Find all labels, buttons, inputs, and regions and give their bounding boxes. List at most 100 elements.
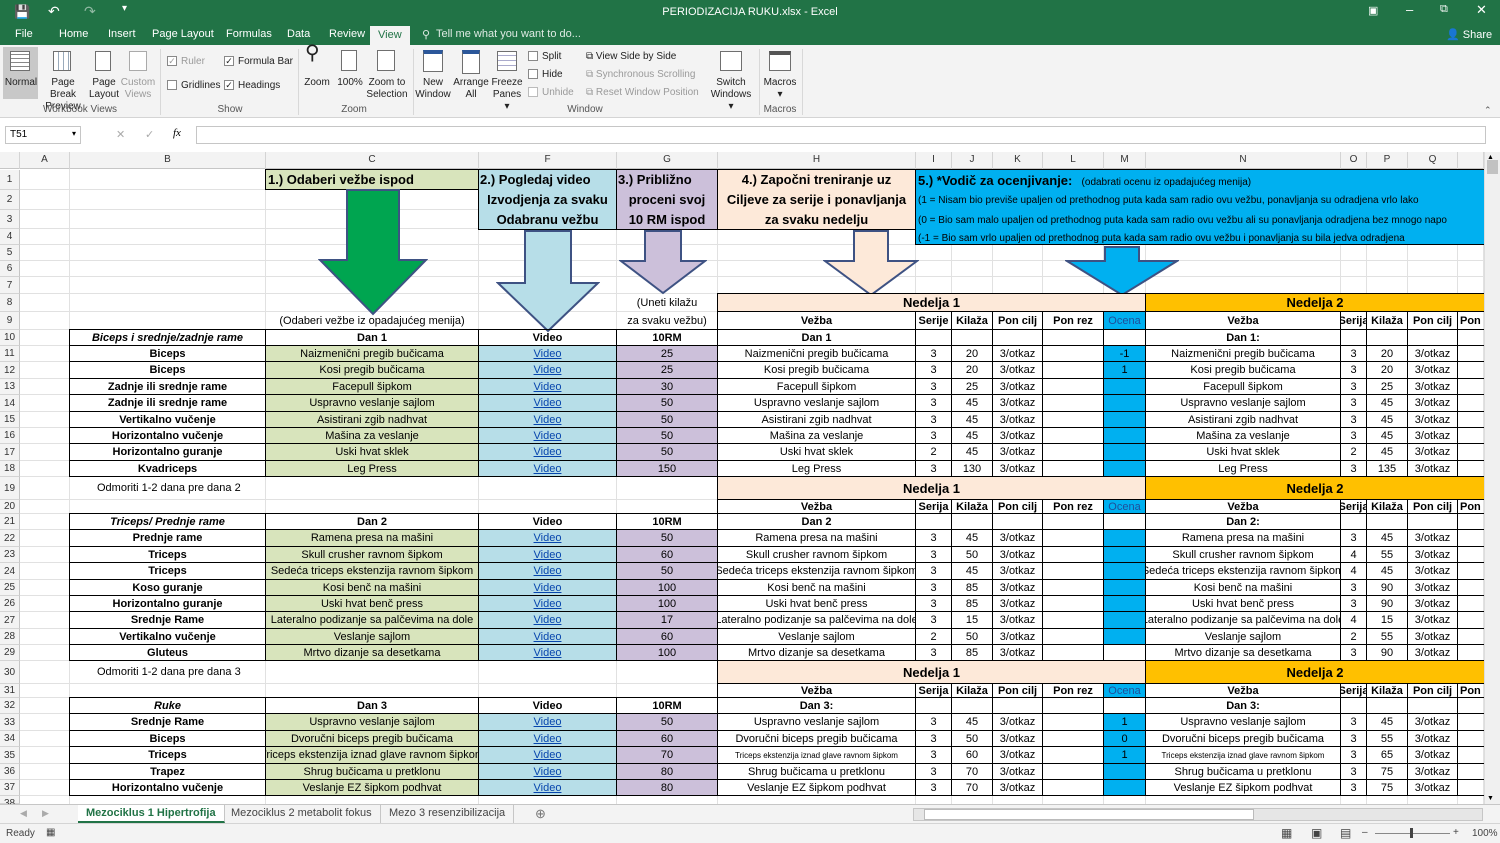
week-1-cell[interactable] <box>1042 644 1104 661</box>
exercise-select-cell[interactable]: Shrug bučicama u pretklonu <box>265 763 479 780</box>
column-header-l[interactable]: L <box>1043 152 1104 169</box>
row-header-23[interactable]: 23 <box>0 547 20 563</box>
page-layout-view-icon[interactable]: ▣ <box>1311 826 1322 840</box>
unhide-button[interactable]: Unhide <box>528 87 574 99</box>
row-header-30[interactable]: 30 <box>0 661 20 684</box>
video-link[interactable]: Video <box>534 598 562 610</box>
exercise-select-cell[interactable]: Triceps ekstenzija iznad glave ravnom ši… <box>265 746 479 764</box>
gridlines-checkbox[interactable]: Gridlines <box>167 80 220 92</box>
exercise-select-cell[interactable]: Mašina za veslanje <box>265 427 479 444</box>
row-header-16[interactable]: 16 <box>0 428 20 444</box>
name-box[interactable]: T51 ▾ <box>5 126 81 144</box>
sheet-prev-icon[interactable]: ◀ <box>20 808 27 819</box>
10rm-input-cell[interactable]: 60 <box>616 730 718 747</box>
week-2-cell[interactable] <box>1457 345 1484 362</box>
rating-select-cell[interactable] <box>1103 529 1146 547</box>
week-1-cell[interactable] <box>1042 427 1104 444</box>
10rm-input-cell[interactable]: 50 <box>616 411 718 428</box>
ruler-checkbox[interactable]: ✓ Ruler <box>167 56 205 68</box>
week-2-cell[interactable] <box>1457 427 1484 444</box>
week-1-cell[interactable] <box>1042 411 1104 428</box>
custom-views-button[interactable]: Custom Views <box>120 77 156 101</box>
rating-select-cell[interactable]: 1 <box>1103 746 1146 764</box>
exercise-select-cell[interactable]: Uski hvat benč press <box>265 595 479 612</box>
week-2-cell[interactable] <box>1457 546 1484 563</box>
video-link[interactable]: Video <box>534 565 562 577</box>
row-header-25[interactable]: 25 <box>0 580 20 596</box>
10rm-input-cell[interactable]: 50 <box>616 427 718 444</box>
video-link[interactable]: Video <box>534 381 562 393</box>
week-2-cell[interactable] <box>1457 730 1484 747</box>
page-break-view-icon[interactable]: ▤ <box>1340 826 1351 840</box>
10rm-input-cell[interactable]: 17 <box>616 611 718 629</box>
row-header-11[interactable]: 11 <box>0 346 20 362</box>
video-link[interactable]: Video <box>534 631 562 643</box>
video-link[interactable]: Video <box>534 430 562 442</box>
exercise-select-cell[interactable]: Uski hvat sklek <box>265 443 479 461</box>
share-button[interactable]: 👤 Share <box>1446 27 1492 42</box>
week-2-cell[interactable] <box>1457 529 1484 547</box>
row-header-6[interactable]: 6 <box>0 261 20 277</box>
row-header-24[interactable]: 24 <box>0 563 20 580</box>
rating-select-cell[interactable] <box>1103 460 1146 477</box>
rating-select-cell[interactable] <box>1103 779 1146 796</box>
10rm-input-cell[interactable]: 150 <box>616 460 718 477</box>
row-header-22[interactable]: 22 <box>0 530 20 547</box>
scroll-thumb[interactable] <box>1487 160 1498 174</box>
video-link[interactable]: Video <box>534 733 562 745</box>
rating-select-cell[interactable]: 0 <box>1103 730 1146 747</box>
rating-select-cell[interactable] <box>1103 628 1146 645</box>
exercise-select-cell[interactable]: Dvoručni biceps pregib bučicama <box>265 730 479 747</box>
collapse-ribbon-icon[interactable]: ⌃ <box>1484 105 1492 116</box>
tab-data[interactable]: Data <box>287 27 310 41</box>
row-header-37[interactable]: 37 <box>0 780 20 796</box>
week-2-cell[interactable] <box>1457 443 1484 461</box>
week-2-cell[interactable] <box>1457 713 1484 731</box>
hide-button[interactable]: Hide <box>528 69 563 81</box>
column-header-p[interactable]: P <box>1367 152 1408 169</box>
week-2-cell[interactable] <box>1457 378 1484 395</box>
10rm-input-cell[interactable]: 60 <box>616 628 718 645</box>
video-link[interactable]: Video <box>534 716 562 728</box>
video-link[interactable]: Video <box>534 782 562 794</box>
rating-select-cell[interactable] <box>1103 763 1146 780</box>
week-2-cell[interactable] <box>1457 579 1484 596</box>
week-2-cell[interactable] <box>1457 628 1484 645</box>
freeze-panes-button[interactable]: Freeze Panes ▾ <box>490 77 524 113</box>
zoom-slider-thumb[interactable] <box>1410 828 1413 838</box>
week-2-cell[interactable] <box>1457 746 1484 764</box>
video-link[interactable]: Video <box>534 614 562 626</box>
column-header-partial[interactable] <box>1458 152 1484 169</box>
row-header-20[interactable]: 20 <box>0 500 20 514</box>
zoom-button[interactable]: Zoom <box>302 77 332 89</box>
video-link[interactable]: Video <box>534 749 562 761</box>
zoom-to-selection-button[interactable]: Zoom to Selection <box>366 77 408 101</box>
new-window-button[interactable]: New Window <box>414 77 452 101</box>
row-header-19[interactable]: 19 <box>0 477 20 500</box>
column-header-b[interactable]: B <box>70 152 266 169</box>
week-2-cell[interactable] <box>1457 361 1484 379</box>
ribbon-display-icon[interactable]: ▣ <box>1368 4 1378 17</box>
normal-view-icon[interactable]: ▦ <box>1281 826 1292 840</box>
row-header-17[interactable]: 17 <box>0 444 20 461</box>
rating-select-cell[interactable] <box>1103 394 1146 412</box>
week-2-cell[interactable] <box>1457 763 1484 780</box>
column-header-a[interactable]: A <box>20 152 70 169</box>
tab-view[interactable]: View <box>370 26 410 46</box>
formula-input[interactable] <box>196 126 1486 144</box>
10rm-input-cell[interactable]: 50 <box>616 562 718 580</box>
exercise-select-cell[interactable]: Kosi benč na mašini <box>265 579 479 596</box>
horizontal-scroll-thumb[interactable] <box>924 809 1254 820</box>
row-header-15[interactable]: 15 <box>0 412 20 428</box>
tab-formulas[interactable]: Formulas <box>226 27 272 41</box>
column-header-i[interactable]: I <box>916 152 952 169</box>
video-link[interactable]: Video <box>534 364 562 376</box>
10rm-input-cell[interactable]: 100 <box>616 595 718 612</box>
video-link[interactable]: Video <box>534 549 562 561</box>
column-header-o[interactable]: O <box>1341 152 1367 169</box>
column-header-f[interactable]: F <box>479 152 617 169</box>
synchronous-scrolling-button[interactable]: ⧉ Synchronous Scrolling <box>586 69 695 81</box>
row-header-9[interactable]: 9 <box>0 312 20 330</box>
10rm-input-cell[interactable]: 100 <box>616 644 718 661</box>
video-link[interactable]: Video <box>534 766 562 778</box>
